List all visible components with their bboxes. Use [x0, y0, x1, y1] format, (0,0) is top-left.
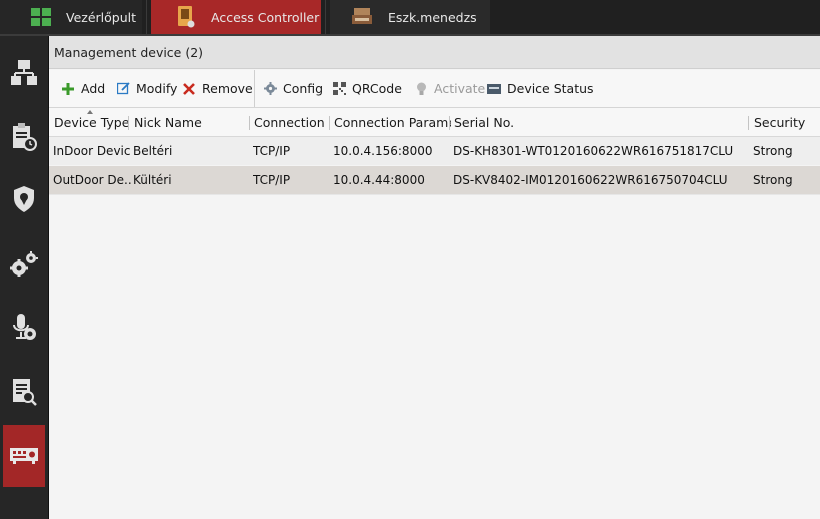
panel-title: Management device (2) — [54, 44, 204, 60]
cell-connection-params: 10.0.4.44:8000 — [333, 173, 425, 187]
device-status-button[interactable]: Device Status — [487, 70, 594, 107]
table-header: Device Type Nick Name Connection ... Con… — [49, 108, 820, 137]
cell-device-type: OutDoor De... — [53, 173, 131, 187]
activate-button[interactable]: Activate — [414, 70, 485, 107]
toolbar: Add Modify Remove Config QRCode Activate… — [49, 70, 820, 108]
modify-button-label: Modify — [136, 81, 178, 96]
cell-connection: TCP/IP — [253, 173, 291, 187]
microphone-camera-icon — [11, 313, 37, 345]
sidebar-item-network[interactable] — [3, 43, 45, 105]
gear-icon — [263, 82, 277, 96]
qrcode-icon — [332, 82, 346, 96]
table-row[interactable]: InDoor Device Beltéri TCP/IP 10.0.4.156:… — [49, 137, 820, 165]
sidebar-item-attendance[interactable] — [3, 107, 45, 169]
edit-icon — [116, 82, 130, 96]
add-button[interactable]: Add — [61, 70, 105, 107]
column-connection-params[interactable]: Connection Parame... — [334, 108, 451, 136]
row-divider — [49, 194, 820, 195]
tab-device-management[interactable]: Eszk.menedzs — [330, 0, 490, 34]
column-device-type[interactable]: Device Type — [54, 108, 129, 136]
panel-header: Management device (2) — [49, 36, 820, 69]
device-status-button-label: Device Status — [507, 81, 594, 96]
gears-icon — [10, 250, 38, 280]
clipboard-clock-icon — [11, 122, 37, 154]
activate-button-label: Activate — [434, 81, 486, 96]
column-serial-no[interactable]: Serial No. — [454, 108, 744, 136]
config-button[interactable]: Config — [263, 70, 323, 107]
column-connection[interactable]: Connection ... — [254, 108, 329, 136]
column-nick-name[interactable]: Nick Name — [134, 108, 244, 136]
sidebar-item-security[interactable] — [3, 169, 45, 231]
tab-dashboard[interactable]: Vezérlőpult — [0, 0, 142, 34]
plus-icon — [61, 82, 75, 96]
toolbar-separator — [254, 70, 255, 107]
main-panel: Management device (2) Add Modify Remove — [49, 36, 820, 519]
remove-x-icon — [182, 82, 196, 96]
shield-location-icon — [13, 185, 35, 215]
top-tab-bar: Vezérlőpult Access Controller Eszk.mened… — [0, 0, 820, 34]
remove-button-label: Remove — [202, 81, 253, 96]
cell-nick-name: Beltéri — [133, 144, 173, 158]
table-row[interactable]: OutDoor De... Kültéri TCP/IP 10.0.4.44:8… — [49, 166, 820, 194]
sidebar-item-search[interactable] — [3, 362, 45, 424]
tab-access-controller-label: Access Controller — [211, 9, 320, 25]
sidebar-item-intercom[interactable] — [3, 298, 45, 360]
access-controller-icon — [175, 6, 197, 28]
document-search-icon — [11, 378, 37, 409]
remove-button[interactable]: Remove — [182, 70, 253, 107]
cell-security: Strong — [753, 173, 793, 187]
tab-access-controller[interactable]: Access Controller — [151, 0, 321, 34]
qrcode-button-label: QRCode — [352, 81, 402, 96]
dashboard-grid-icon — [30, 6, 52, 28]
device-panel-icon — [10, 445, 38, 468]
sidebar-item-settings[interactable] — [3, 234, 45, 296]
network-topology-icon — [10, 59, 38, 89]
modify-button[interactable]: Modify — [116, 70, 177, 107]
tab-dashboard-label: Vezérlőpult — [66, 9, 137, 25]
lightbulb-icon — [414, 82, 428, 96]
config-button-label: Config — [283, 81, 324, 96]
cell-serial-no: DS-KH8301-WT0120160622WR616751817CLU — [453, 144, 734, 158]
sidebar-item-device[interactable] — [3, 425, 45, 487]
qrcode-button[interactable]: QRCode — [332, 70, 402, 107]
cell-nick-name: Kültéri — [133, 173, 172, 187]
sidebar — [0, 36, 49, 519]
cell-device-type: InDoor Device — [53, 144, 131, 158]
tab-device-management-label: Eszk.menedzs — [388, 9, 477, 25]
column-security[interactable]: Security — [754, 108, 820, 136]
cell-serial-no: DS-KV8402-IM0120160622WR616750704CLU — [453, 173, 728, 187]
device-status-icon — [487, 82, 501, 96]
cell-security: Strong — [753, 144, 793, 158]
device-management-icon — [352, 6, 374, 28]
cell-connection: TCP/IP — [253, 144, 291, 158]
add-button-label: Add — [81, 81, 106, 96]
cell-connection-params: 10.0.4.156:8000 — [333, 144, 433, 158]
